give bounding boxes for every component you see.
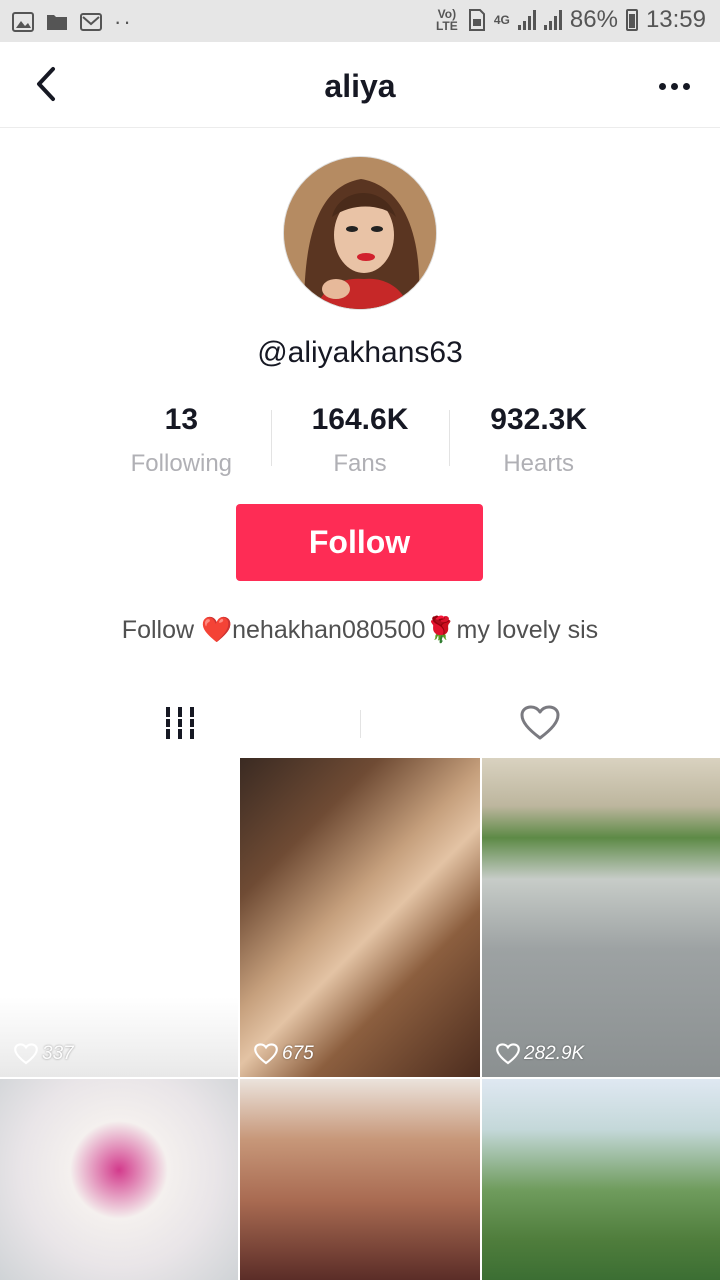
heart-outline-icon [254, 1043, 278, 1065]
like-count: 282.9K [524, 1043, 585, 1064]
videos-grid-icon [166, 707, 194, 739]
signal-icon [517, 10, 536, 30]
notification-dots-icon: ·· [114, 9, 133, 34]
more-horizontal-icon [658, 82, 666, 90]
more-dot [682, 82, 690, 90]
video-thumbnail[interactable] [0, 1079, 238, 1280]
signal-2-icon [543, 10, 562, 30]
tab-videos[interactable] [0, 690, 360, 756]
video-likes: 675 [254, 1043, 314, 1065]
profile-tabs [0, 690, 720, 756]
stat-hearts[interactable]: 932.3K Hearts [449, 402, 628, 482]
like-count: 337 [42, 1043, 74, 1064]
video-thumbnail[interactable]: 337 [0, 758, 238, 1077]
stat-following[interactable]: 13 Following [92, 402, 271, 482]
more-dot [670, 82, 678, 90]
like-count: 675 [282, 1043, 314, 1064]
profile-header: aliya [0, 42, 720, 128]
heart-outline-icon [496, 1043, 520, 1065]
video-thumbnail[interactable]: 675 [240, 758, 480, 1077]
video-grid: 337 675 282.9K [0, 758, 720, 1280]
stat-value: 164.6K [311, 403, 409, 436]
avatar[interactable] [283, 156, 437, 310]
stat-value: 932.3K [490, 403, 588, 436]
stat-label: Hearts [503, 450, 575, 477]
stat-label: Fans [333, 450, 387, 477]
video-thumbnail[interactable] [240, 1079, 480, 1280]
follow-button[interactable]: Follow [236, 504, 483, 581]
data-type-label: 4G [493, 13, 510, 27]
profile-bio: Follow ❤️nehakhan080500🌹my lovely sis [121, 616, 599, 644]
stat-fans[interactable]: 164.6K Fans [270, 402, 450, 482]
heart-outline-icon [14, 1043, 38, 1065]
username-handle: @aliyakhans63 [257, 336, 463, 369]
stat-value: 13 [164, 403, 199, 436]
heart-outline-icon [520, 705, 560, 740]
avatar-image [284, 157, 436, 309]
network-type-label: Vo) LTE [435, 7, 458, 33]
status-bar: ·· Vo) LTE 4G 86% 13:59 [0, 0, 720, 42]
gallery-icon [12, 12, 34, 32]
folder-icon [47, 15, 67, 30]
battery-icon [625, 9, 638, 31]
clock: 13:59 [645, 6, 706, 33]
mail-icon [80, 13, 102, 31]
video-likes: 337 [14, 1043, 74, 1065]
video-thumbnail[interactable]: 282.9K [482, 758, 720, 1077]
video-thumbnail[interactable] [482, 1079, 720, 1280]
more-options-button[interactable] [654, 66, 694, 106]
profile-stats: 13 Following 164.6K Fans 932.3K Hearts [92, 402, 628, 482]
page-title: aliya [324, 68, 396, 104]
stat-label: Following [130, 450, 233, 477]
tab-liked[interactable] [360, 690, 720, 756]
battery-percent: 86% [569, 6, 618, 33]
sim-icon [468, 9, 485, 31]
video-likes: 282.9K [496, 1043, 584, 1065]
